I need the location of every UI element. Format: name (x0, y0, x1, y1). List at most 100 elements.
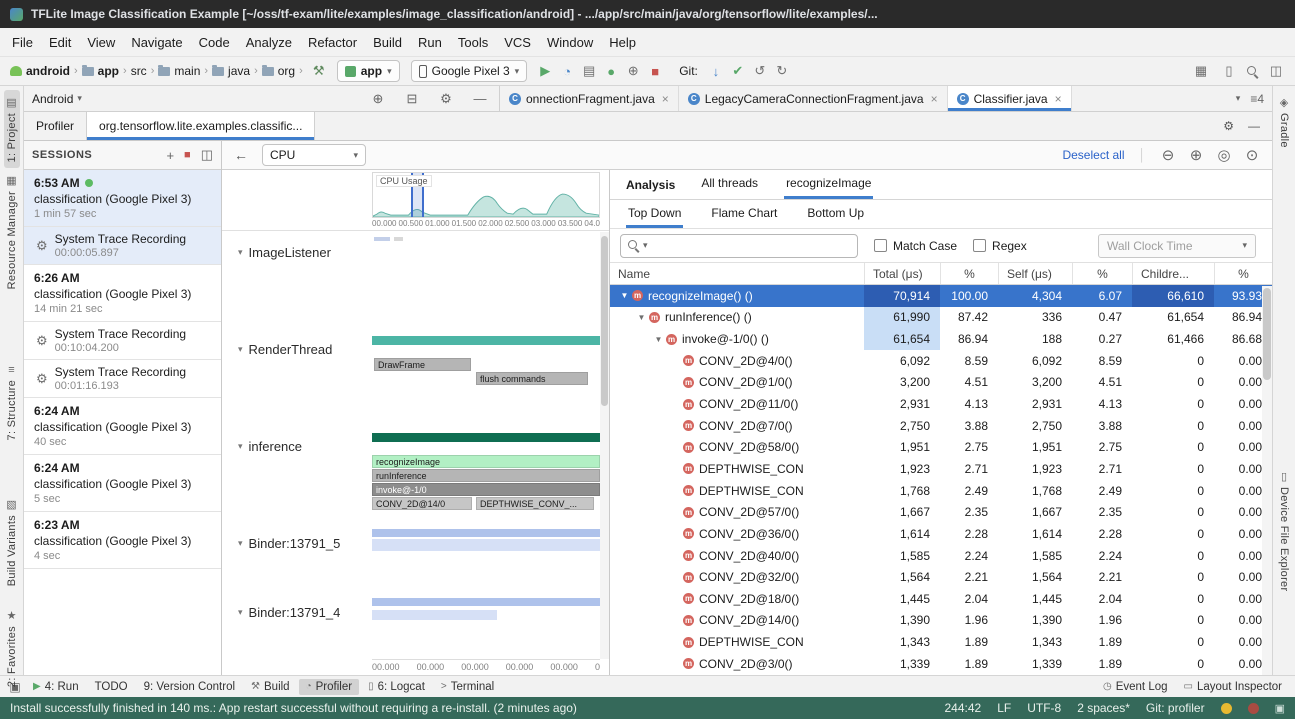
breadcrumb-org[interactable]: org (260, 64, 297, 78)
search-input[interactable] (651, 239, 851, 253)
deselect-all-button[interactable]: Deselect all (1062, 148, 1124, 162)
coverage-button[interactable]: ▤ (578, 60, 600, 82)
trace-event-chip[interactable]: flush commands (476, 372, 588, 385)
thread-row-binder-4[interactable]: ▾ Binder:13791_4 (222, 591, 609, 660)
breadcrumb-main[interactable]: main (156, 64, 202, 78)
session-item[interactable]: 6:26 AMclassification (Google Pixel 3)14… (24, 265, 221, 322)
tool-stripe-build-variants[interactable]: ▧Build Variants (4, 492, 20, 592)
status-widget-git-profiler[interactable]: Git: profiler (1146, 701, 1205, 715)
calltree-row[interactable]: ▼mrunInference() ()61,99087.423360.4761,… (610, 307, 1272, 329)
scrollbar-thumb[interactable] (1263, 288, 1271, 380)
device-select[interactable]: Google Pixel 3 ▾ (411, 60, 528, 82)
zoom-out-icon[interactable]: ⊖ (1160, 147, 1176, 163)
collapse-arrow-icon[interactable]: ▾ (238, 441, 243, 452)
hidden-tabs-button[interactable]: ≡4 (1250, 92, 1264, 106)
settings-gear-icon[interactable]: ⚙ (435, 88, 457, 110)
thread-track[interactable] (372, 522, 600, 591)
trace-event-chip[interactable]: runInference (372, 469, 600, 482)
regex-checkbox[interactable]: Regex (973, 239, 1027, 253)
match-case-checkbox[interactable]: Match Case (874, 239, 957, 253)
toolwindow-button-6-logcat[interactable]: ▯6: Logcat (361, 679, 432, 695)
status-red-icon[interactable] (1248, 703, 1259, 714)
close-tab-icon[interactable]: × (931, 92, 938, 106)
cpu-usage-chart[interactable]: CPU Usage 00.00000.50001.00001.50002.000… (222, 170, 609, 231)
expand-arrow-icon[interactable]: ▼ (618, 291, 631, 300)
session-item[interactable]: 6:53 AMclassification (Google Pixel 3)1 … (24, 170, 221, 227)
session-item[interactable]: 6:24 AMclassification (Google Pixel 3)40… (24, 398, 221, 455)
calltree-row[interactable]: mCONV_2D@1/0()3,2004.513,2004.5100.00 (610, 372, 1272, 394)
breadcrumb-java[interactable]: java (210, 64, 252, 78)
calltree-row[interactable]: mCONV_2D@4/0()6,0928.596,0928.5900.00 (610, 350, 1272, 372)
toolwindow-button-layout-inspector[interactable]: ▭Layout Inspector (1177, 679, 1289, 695)
trace-event-chip[interactable]: CONV_2D@14/0 (372, 497, 472, 510)
calltree-row[interactable]: ▼minvoke@-1/0() ()61,65486.941880.2761,4… (610, 328, 1272, 350)
column-children-pct[interactable]: % (1214, 263, 1272, 284)
menu-run[interactable]: Run (410, 30, 450, 55)
menu-tools[interactable]: Tools (450, 30, 496, 55)
search-everywhere-button[interactable] (1246, 65, 1259, 78)
tab-all-threads[interactable]: All threads (699, 170, 760, 199)
gear-icon[interactable]: ⚙ (1223, 119, 1234, 133)
tab-bottom-up[interactable]: Bottom Up (805, 200, 866, 228)
stop-button[interactable]: ■ (644, 60, 666, 82)
calltree-row[interactable]: mCONV_2D@7/0()2,7503.882,7503.8800.00 (610, 415, 1272, 437)
run-config-select[interactable]: app ▾ (337, 60, 400, 82)
locate-file-icon[interactable]: ⊕ (367, 88, 389, 110)
breadcrumb-android[interactable]: android (8, 64, 72, 78)
column-name[interactable]: Name (610, 263, 864, 284)
status-indicator-icon[interactable]: ▣ (1275, 702, 1285, 715)
expand-arrow-icon[interactable]: ▼ (635, 313, 648, 322)
toolwindow-button-build[interactable]: ⚒Build (244, 679, 297, 695)
toolwindow-button-4-run[interactable]: ▶4: Run (26, 679, 86, 695)
toolwindow-button-9-version-control[interactable]: 9: Version Control (137, 679, 242, 695)
menu-edit[interactable]: Edit (41, 30, 79, 55)
project-view-selector[interactable]: Android ▾ (32, 92, 82, 106)
column-total[interactable]: Total (μs) (864, 263, 940, 284)
calltree-row[interactable]: mCONV_2D@36/0()1,6142.281,6142.2800.00 (610, 523, 1272, 545)
profiler-title[interactable]: Profiler (24, 112, 86, 140)
thread-row-imagelistener[interactable]: ▾ ImageListener (222, 231, 609, 328)
trace-event-chip[interactable]: DrawFrame (374, 358, 471, 371)
calltree-row[interactable]: mDEPTHWISE_CON1,3431.891,3431.8900.00 (610, 631, 1272, 653)
status-widget-utf-8[interactable]: UTF-8 (1027, 701, 1061, 715)
build-hammer-icon[interactable]: ⚒ (308, 60, 330, 82)
collapse-arrow-icon[interactable]: ▾ (238, 344, 243, 355)
clock-type-select[interactable]: Wall Clock Time ▾ (1098, 234, 1256, 258)
calltree-row[interactable]: mDEPTHWISE_CON1,7682.491,7682.4900.00 (610, 480, 1272, 502)
tool-stripe-1-project[interactable]: ▤1: Project (4, 90, 20, 168)
menu-build[interactable]: Build (365, 30, 410, 55)
calltree-row[interactable]: mCONV_2D@57/0()1,6672.351,6672.3500.00 (610, 501, 1272, 523)
calltree-row[interactable]: mCONV_2D@32/0()1,5642.211,5642.2100.00 (610, 566, 1272, 588)
device-manager-button[interactable]: ▯ (1218, 60, 1240, 82)
column-children[interactable]: Childre... (1132, 263, 1214, 284)
menu-file[interactable]: File (4, 30, 41, 55)
thread-label[interactable]: ▾ inference (222, 439, 372, 454)
calltree-scrollbar[interactable] (1262, 286, 1272, 675)
editor-tab-classifier-java[interactable]: CClassifier.java× (948, 86, 1072, 111)
collapse-arrow-icon[interactable]: ▾ (238, 247, 243, 258)
menu-code[interactable]: Code (191, 30, 238, 55)
git-commit-button[interactable]: ✔ (727, 60, 749, 82)
menu-navigate[interactable]: Navigate (123, 30, 190, 55)
attach-debugger-button[interactable]: ⊕ (622, 60, 644, 82)
menu-vcs[interactable]: VCS (496, 30, 539, 55)
status-yellow-icon[interactable] (1221, 703, 1232, 714)
calltree-row[interactable]: mDEPTHWISE_CON1,9232.711,9232.7100.00 (610, 458, 1272, 480)
back-arrow-icon[interactable]: ← (234, 147, 248, 163)
hide-panel-icon[interactable]: — (469, 88, 491, 110)
menu-window[interactable]: Window (539, 30, 601, 55)
thread-label[interactable]: ▾ ImageListener (222, 245, 372, 260)
stage-select[interactable]: CPU ▾ (262, 144, 366, 166)
chevron-down-icon[interactable]: ▾ (643, 240, 648, 251)
column-total-pct[interactable]: % (940, 263, 998, 284)
column-self[interactable]: Self (μs) (998, 263, 1072, 284)
calltree-row[interactable]: mCONV_2D@58/0()1,9512.751,9512.7500.00 (610, 436, 1272, 458)
menu-view[interactable]: View (79, 30, 123, 55)
recording-item[interactable]: ⚙System Trace Recording00:00:05.897 (24, 227, 221, 265)
trace-event-chip[interactable]: invoke@-1/0 (372, 483, 600, 496)
add-session-icon[interactable]: + (166, 148, 174, 163)
thread-track[interactable] (372, 591, 600, 660)
tab-recognizeimage[interactable]: recognizeImage (784, 170, 873, 199)
stop-recording-icon[interactable]: ■ (184, 149, 191, 161)
breadcrumb-app[interactable]: app (80, 64, 121, 78)
